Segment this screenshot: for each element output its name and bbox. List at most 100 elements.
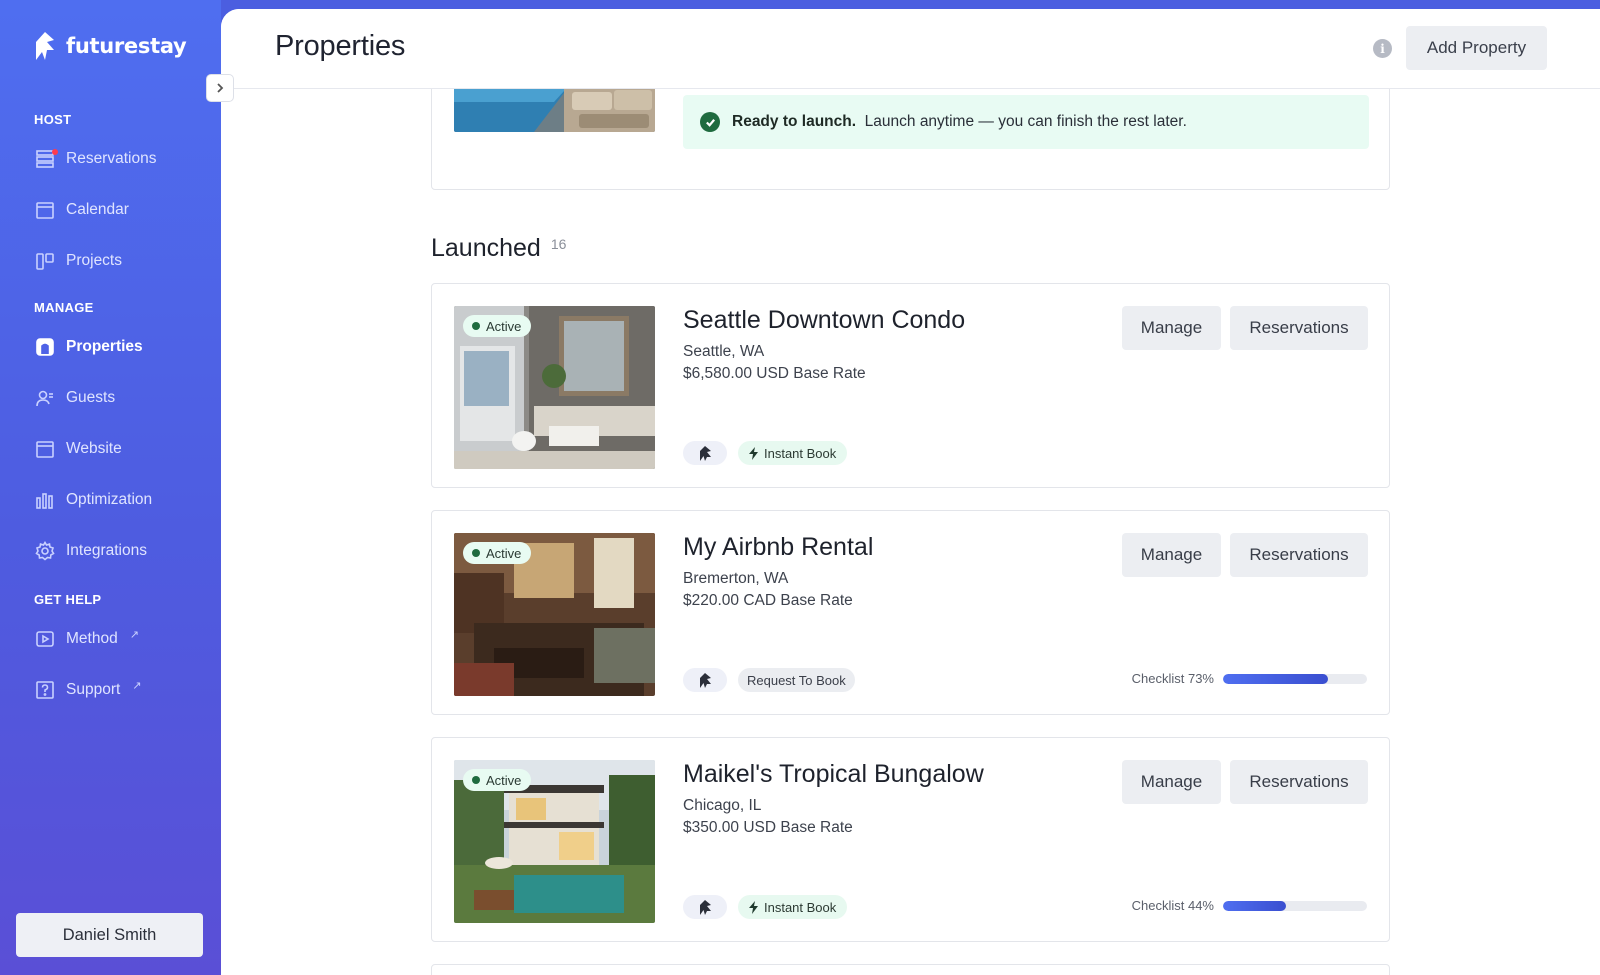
sidebar-item-label: Website bbox=[66, 440, 122, 457]
reservations-button[interactable]: Reservations bbox=[1230, 533, 1368, 577]
futurestay-logo-icon bbox=[699, 899, 711, 915]
sidebar-item-properties[interactable]: Properties bbox=[34, 334, 143, 360]
property-name[interactable]: Maikel's Tropical Bungalow bbox=[683, 760, 984, 789]
property-card: Active Seattle Downtown Condo Seattle, W… bbox=[431, 283, 1390, 488]
manage-button[interactable]: Manage bbox=[1122, 533, 1221, 577]
property-card: Active My Airbnb Rental Bremerton, WA $2… bbox=[431, 510, 1390, 715]
launched-count: 16 bbox=[550, 236, 567, 252]
external-link-icon: ↗ bbox=[132, 679, 142, 692]
section-title-host: HOST bbox=[34, 112, 72, 127]
checklist-label: Checklist 73% bbox=[1131, 671, 1214, 686]
launched-section-header: Launched 16 bbox=[431, 234, 566, 263]
property-thumbnail[interactable]: Active bbox=[454, 760, 655, 923]
notification-badge bbox=[52, 149, 58, 155]
checklist-label: Checklist 44% bbox=[1131, 898, 1214, 913]
property-base-rate: $350.00 USD Base Rate bbox=[683, 819, 853, 836]
sidebar-item-label: Support bbox=[66, 681, 121, 698]
property-location: Chicago, IL bbox=[683, 797, 762, 814]
sidebar-item-label: Method bbox=[66, 630, 118, 647]
property-card bbox=[431, 964, 1390, 975]
booking-type-label: Request To Book bbox=[747, 672, 846, 688]
sidebar-item-calendar[interactable]: Calendar bbox=[34, 197, 129, 223]
lightning-icon bbox=[749, 446, 758, 460]
status-dot-icon bbox=[472, 776, 480, 784]
status-dot-icon bbox=[472, 322, 480, 330]
booking-type-chip: Instant Book bbox=[738, 895, 848, 919]
guests-icon bbox=[34, 387, 56, 409]
channel-chip bbox=[683, 895, 727, 919]
page-header: Properties i Add Property bbox=[221, 9, 1600, 89]
booking-type-chip: Instant Book bbox=[738, 441, 848, 465]
brand-name: futurestay bbox=[66, 34, 187, 58]
manage-button[interactable]: Manage bbox=[1122, 760, 1221, 804]
sidebar-item-label: Integrations bbox=[66, 542, 147, 559]
sidebar-item-projects[interactable]: Projects bbox=[34, 248, 122, 274]
section-title-get-help: GET HELP bbox=[34, 592, 102, 607]
check-circle-icon bbox=[700, 112, 720, 132]
help-icon bbox=[34, 679, 56, 701]
sidebar-item-integrations[interactable]: Integrations bbox=[34, 538, 147, 564]
sidebar-item-label: Calendar bbox=[66, 201, 129, 218]
reservations-button[interactable]: Reservations bbox=[1230, 306, 1368, 350]
property-location: Bremerton, WA bbox=[683, 570, 789, 587]
status-badge: Active bbox=[463, 542, 532, 564]
manage-button[interactable]: Manage bbox=[1122, 306, 1221, 350]
property-thumbnail[interactable]: Active bbox=[454, 533, 655, 696]
user-menu-button[interactable]: Daniel Smith bbox=[16, 913, 203, 957]
lightning-icon bbox=[749, 900, 758, 914]
projects-icon bbox=[34, 250, 56, 272]
sidebar-item-label: Reservations bbox=[66, 150, 157, 167]
channel-chip bbox=[683, 441, 727, 465]
video-icon bbox=[34, 628, 56, 650]
ready-description: Launch anytime — you can finish the rest… bbox=[864, 113, 1187, 130]
section-title-manage: MANAGE bbox=[34, 300, 94, 315]
status-badge: Active bbox=[463, 769, 532, 791]
status-label: Active bbox=[486, 545, 522, 561]
calendar-icon bbox=[34, 199, 56, 221]
checklist-progress[interactable]: Checklist 44% bbox=[1132, 898, 1367, 913]
page-title: Properties bbox=[275, 30, 406, 62]
property-location: Seattle, WA bbox=[683, 343, 765, 360]
booking-type-label: Instant Book bbox=[764, 899, 837, 915]
property-name[interactable]: My Airbnb Rental bbox=[683, 533, 873, 562]
launched-title: Launched bbox=[431, 234, 541, 262]
status-label: Active bbox=[486, 772, 522, 788]
property-thumbnail[interactable]: Active bbox=[454, 306, 655, 469]
sidebar-item-support[interactable]: Support ↗ bbox=[34, 677, 142, 703]
checklist-progress[interactable]: Checklist 73% bbox=[1132, 671, 1367, 686]
external-link-icon: ↗ bbox=[129, 628, 139, 641]
collapse-sidebar-button[interactable] bbox=[206, 74, 234, 102]
reservations-icon bbox=[34, 148, 58, 170]
status-label: Active bbox=[486, 318, 522, 334]
property-base-rate: $6,580.00 USD Base Rate bbox=[683, 365, 866, 382]
sidebar-item-label: Projects bbox=[66, 252, 122, 269]
ready-to-launch-banner: Ready to launch. Launch anytime — you ca… bbox=[683, 95, 1369, 149]
add-property-button[interactable]: Add Property bbox=[1406, 26, 1547, 70]
booking-type-label: Instant Book bbox=[764, 445, 837, 461]
checklist-progress-fill bbox=[1223, 900, 1287, 911]
sidebar-item-label: Guests bbox=[66, 389, 116, 406]
info-icon[interactable]: i bbox=[1373, 39, 1392, 58]
sidebar-item-guests[interactable]: Guests bbox=[34, 385, 115, 411]
main-panel: Ready to launch. Launch anytime — you ca… bbox=[221, 9, 1600, 975]
sidebar-item-method[interactable]: Method ↗ bbox=[34, 626, 139, 652]
reservations-button[interactable]: Reservations bbox=[1230, 760, 1368, 804]
sidebar-item-reservations[interactable]: Reservations bbox=[34, 146, 156, 172]
futurestay-logo-icon bbox=[699, 672, 711, 688]
website-icon bbox=[34, 438, 56, 460]
sidebar: futurestay HOST Reservations Calendar Pr… bbox=[0, 0, 221, 975]
sidebar-item-website[interactable]: Website bbox=[34, 436, 122, 462]
gear-icon bbox=[34, 540, 56, 562]
property-name[interactable]: Seattle Downtown Condo bbox=[683, 306, 965, 335]
brand[interactable]: futurestay bbox=[34, 30, 187, 62]
optimization-icon bbox=[34, 489, 56, 511]
sidebar-item-optimization[interactable]: Optimization bbox=[34, 487, 152, 513]
status-dot-icon bbox=[472, 549, 480, 557]
property-base-rate: $220.00 CAD Base Rate bbox=[683, 592, 853, 609]
properties-list: Ready to launch. Launch anytime — you ca… bbox=[221, 9, 1600, 975]
sidebar-item-label: Optimization bbox=[66, 491, 153, 508]
chevron-right-icon bbox=[217, 83, 224, 93]
status-badge: Active bbox=[463, 315, 532, 337]
checklist-progress-bar bbox=[1223, 900, 1367, 911]
properties-icon bbox=[34, 336, 56, 358]
